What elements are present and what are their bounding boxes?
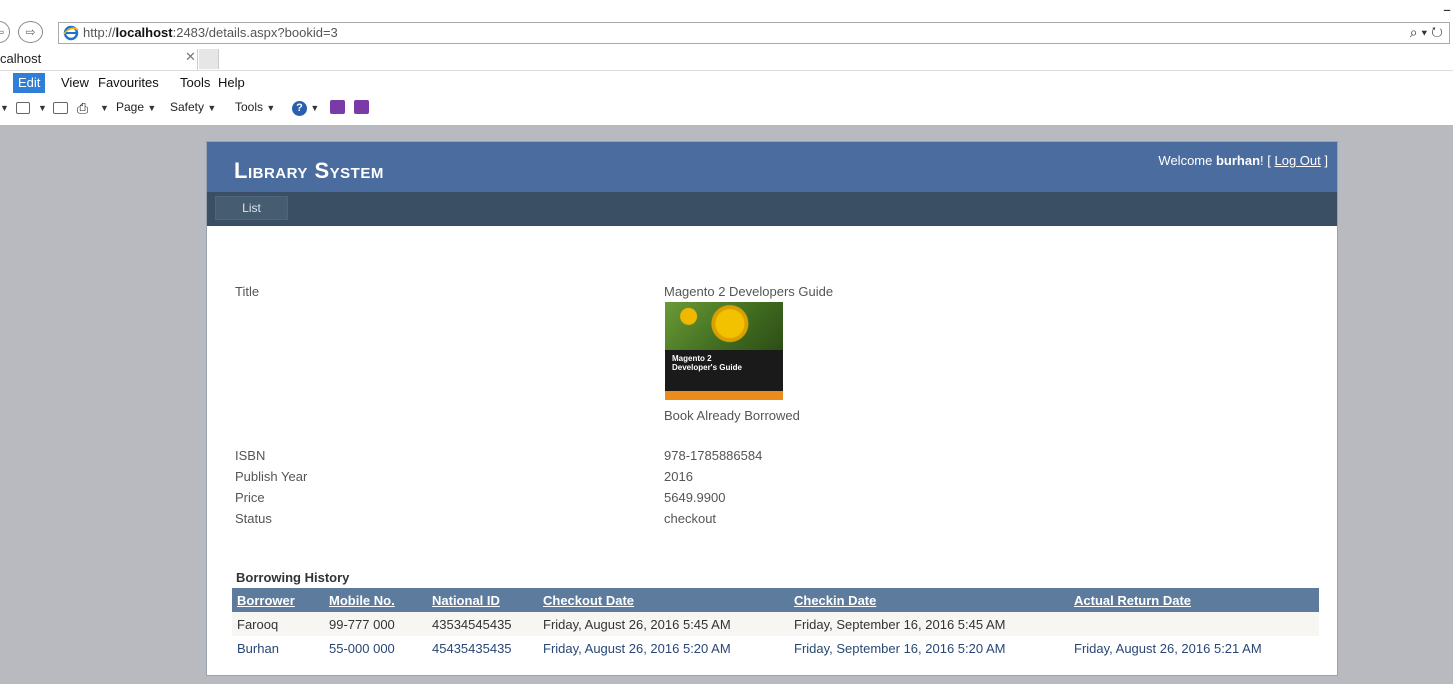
menu-edit[interactable]: Edit [13, 73, 46, 93]
ie-page-icon [63, 25, 79, 41]
print-dropdown-icon[interactable]: ▼ [100, 103, 109, 113]
cell-mobile: 55-000 000 [324, 636, 427, 660]
borrowing-history-table: Borrower Mobile No. National ID Checkout… [232, 588, 1319, 660]
page-container: Library System Welcome burhan! [ Log Out… [206, 141, 1338, 676]
username: burhan [1215, 153, 1261, 168]
url-text: http://localhost:2483/details.aspx?booki… [83, 25, 338, 40]
menu-help[interactable]: Help [218, 73, 245, 93]
cell-checkin-date: Friday, September 16, 2016 5:20 AM [789, 636, 1069, 660]
title-value: Magento 2 Developers Guide [664, 284, 834, 299]
column-mobile[interactable]: Mobile No. [324, 588, 427, 612]
tab-strip: calhost ✕ [0, 49, 1453, 71]
page-menu-button[interactable]: Page ▼ [116, 100, 156, 114]
minimize-button[interactable]: – [1443, 0, 1451, 19]
menu-favourites[interactable]: Favourites [98, 73, 159, 93]
back-button[interactable]: ⇦ [0, 21, 10, 43]
mail-icon[interactable] [53, 100, 68, 114]
table-header-row: Borrower Mobile No. National ID Checkout… [232, 588, 1319, 612]
cell-national-id: 45435435435 [427, 636, 538, 660]
forward-button[interactable]: ⇨ [18, 21, 43, 43]
cell-checkin-date: Friday, September 16, 2016 5:45 AM [789, 612, 1069, 636]
cell-actual-return-date [1069, 612, 1319, 636]
isbn-label: ISBN [235, 448, 266, 463]
onenote-linked-icon[interactable] [354, 100, 369, 117]
logout-link[interactable]: Log Out [1275, 153, 1321, 168]
borrow-status: Book Already Borrowed [664, 408, 800, 423]
title-label: Title [235, 284, 260, 299]
tab-label: calhost [0, 51, 42, 66]
column-national-id[interactable]: National ID [427, 588, 538, 612]
site-title: Library System [234, 158, 384, 183]
safety-menu-button[interactable]: Safety ▼ [170, 100, 216, 114]
browser-chrome: – ⇦ ⇨ http://localhost:2483/details.aspx… [0, 0, 1453, 125]
print-icon[interactable]: ⎙ [77, 100, 88, 117]
feeds-icon[interactable] [16, 100, 30, 114]
cover-flower-photo [665, 302, 783, 350]
publish-year-value: 2016 [664, 469, 693, 484]
cell-checkout-date: Friday, August 26, 2016 5:45 AM [538, 612, 789, 636]
cover-title: Magento 2 Developer's Guide [672, 354, 742, 372]
new-tab-button[interactable] [199, 49, 219, 69]
status-value: checkout [664, 511, 717, 526]
menu-tools[interactable]: Tools [180, 73, 210, 93]
column-checkout-date[interactable]: Checkout Date [538, 588, 789, 612]
address-bar[interactable]: http://localhost:2483/details.aspx?booki… [58, 22, 1450, 44]
column-checkin-date[interactable]: Checkin Date [789, 588, 1069, 612]
status-label: Status [235, 511, 272, 526]
tab-localhost[interactable]: calhost ✕ [0, 49, 198, 70]
close-tab-icon[interactable]: ✕ [185, 50, 196, 65]
cell-checkout-date: Friday, August 26, 2016 5:20 AM [538, 636, 789, 660]
tools-menu-button[interactable]: Tools ▼ [235, 100, 275, 114]
cell-borrower: Farooq [232, 612, 324, 636]
cell-actual-return-date: Friday, August 26, 2016 5:21 AM [1069, 636, 1319, 660]
borrowing-history-title: Borrowing History [236, 570, 350, 585]
cell-mobile: 99-777 000 [324, 612, 427, 636]
feeds-dropdown-icon[interactable]: ▼ [38, 103, 47, 113]
price-label: Price [235, 490, 265, 505]
cell-borrower: Burhan [232, 636, 324, 660]
onenote-icon[interactable] [330, 100, 345, 117]
cell-national-id: 43534545435 [427, 612, 538, 636]
site-header: Library System Welcome burhan! [ Log Out… [207, 142, 1337, 192]
nav-item-list[interactable]: List [215, 196, 288, 220]
login-display: Welcome burhan! [ Log Out ] [1158, 153, 1328, 168]
address-row: ⇦ ⇨ http://localhost:2483/details.aspx?b… [0, 20, 1453, 46]
isbn-value: 978-1785886584 [664, 448, 763, 463]
cover-publisher-strip [665, 391, 783, 400]
book-cover-image: Magento 2 Developer's Guide [665, 302, 783, 400]
table-row: Farooq 99-777 000 43534545435 Friday, Au… [232, 612, 1319, 636]
table-row: Burhan 55-000 000 45435435435 Friday, Au… [232, 636, 1319, 660]
column-borrower[interactable]: Borrower [232, 588, 324, 612]
help-icon[interactable]: ? ▼ [292, 100, 319, 116]
publish-year-label: Publish Year [235, 469, 308, 484]
menu-view[interactable]: View [61, 73, 89, 93]
price-value: 5649.9900 [664, 490, 726, 505]
nav-menu: List [207, 192, 1337, 226]
home-dropdown-icon[interactable]: ▼ [0, 103, 9, 113]
search-refresh-icon[interactable]: ⌕ ▾ ↻ [1410, 24, 1443, 41]
column-actual-return-date[interactable]: Actual Return Date [1069, 588, 1319, 612]
